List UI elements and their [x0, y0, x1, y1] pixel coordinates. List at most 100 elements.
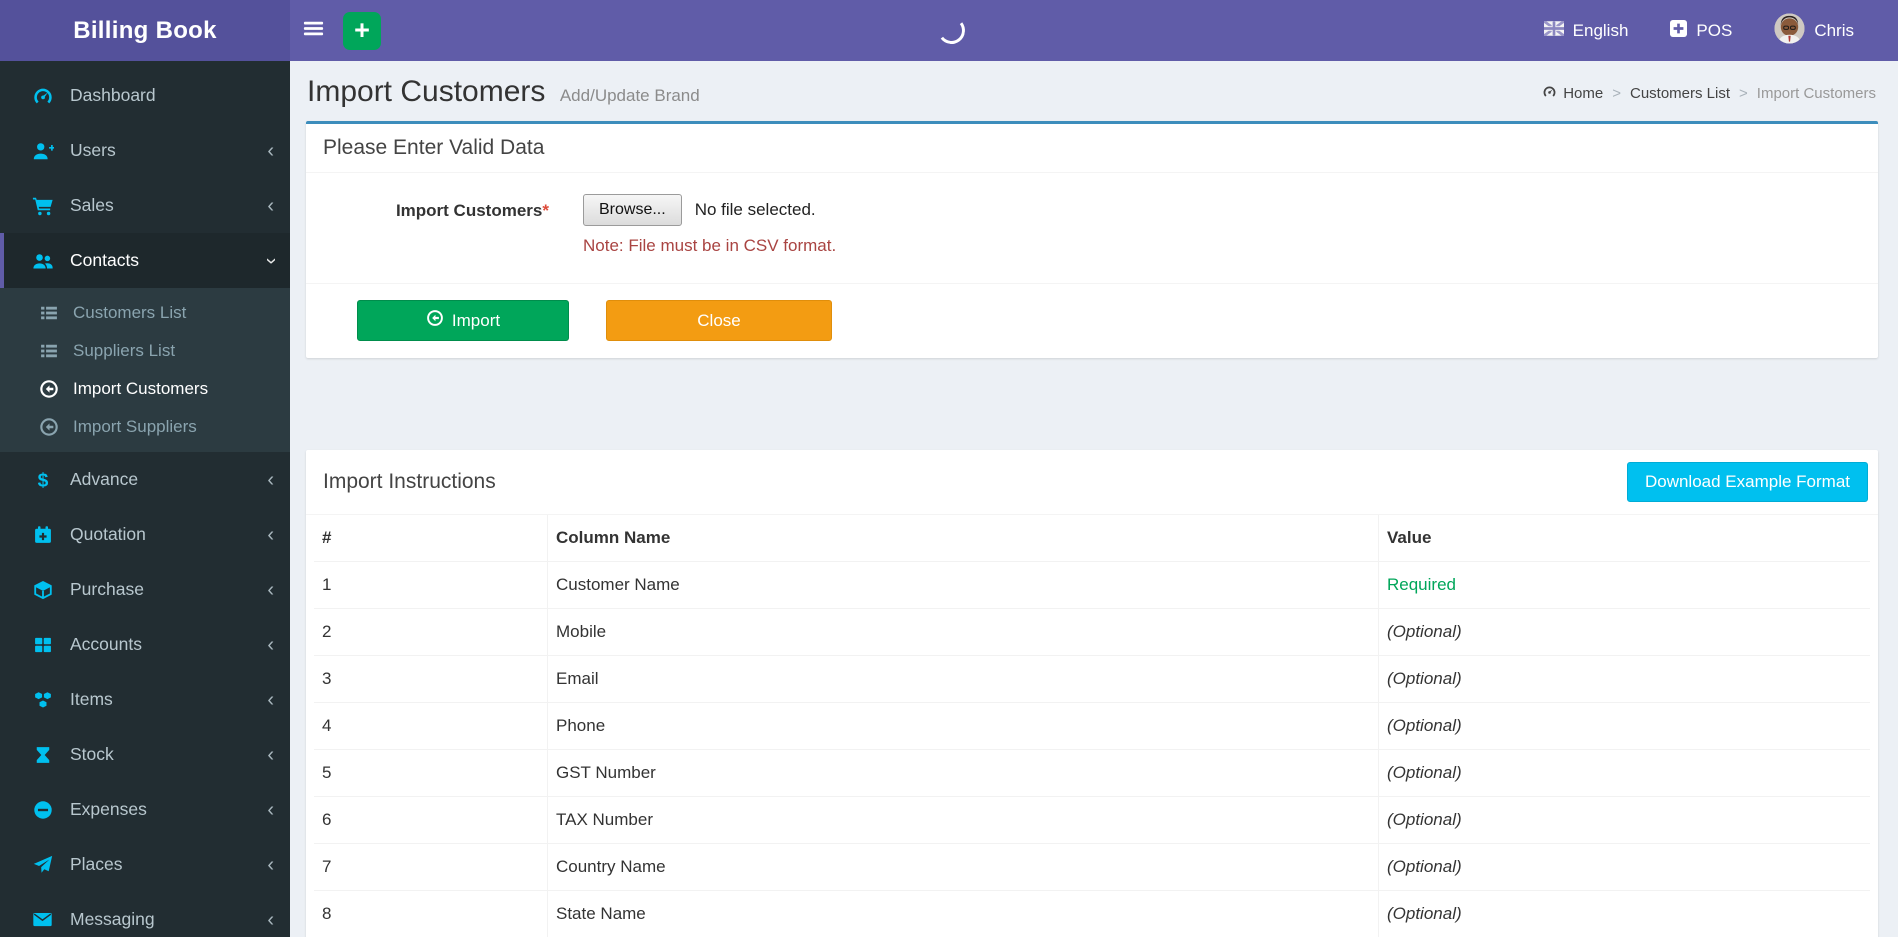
- plus-square-icon: [1670, 19, 1688, 42]
- import-button[interactable]: Import: [357, 300, 569, 341]
- breadcrumb-item-home[interactable]: Home: [1542, 84, 1603, 103]
- cell-column-name: Customer Name: [547, 561, 1379, 609]
- sidebar-item-quotation[interactable]: Quotation ‹: [0, 507, 290, 562]
- user-menu[interactable]: Chris: [1774, 12, 1854, 49]
- page-subtitle: Add/Update Brand: [559, 86, 700, 105]
- import-icon: [37, 379, 61, 399]
- cell-number: 1: [314, 561, 548, 609]
- pos-button[interactable]: POS: [1670, 19, 1733, 42]
- cell-value: (Optional): [1378, 890, 1870, 937]
- sidebar-subitem-label: Import Customers: [73, 379, 209, 398]
- cell-number: 3: [314, 655, 548, 703]
- table-row: 3 Email (Optional): [314, 655, 1870, 703]
- breadcrumb-item-customers-list[interactable]: Customers List: [1630, 85, 1730, 102]
- dashboard-icon: [29, 85, 56, 107]
- sidebar-item-users[interactable]: Users ‹: [0, 123, 290, 178]
- sidebar-subitem-suppliers-list[interactable]: Suppliers List: [0, 332, 290, 370]
- quick-add-button[interactable]: +: [343, 11, 381, 50]
- table-row: 2 Mobile (Optional): [314, 608, 1870, 656]
- cell-value: (Optional): [1378, 608, 1870, 656]
- cell-value: (Optional): [1378, 749, 1870, 797]
- sidebar-item-items[interactable]: Items ‹: [0, 672, 290, 727]
- sidebar-item-label: Sales: [70, 195, 114, 215]
- cell-number: 2: [314, 608, 548, 656]
- table-row: 1 Customer Name Required: [314, 561, 1870, 609]
- top-navigation: + English POS Chris: [290, 0, 1898, 61]
- sidebar-subitem-customers-list[interactable]: Customers List: [0, 294, 290, 332]
- cell-value: (Optional): [1378, 843, 1870, 891]
- chevron-left-icon: ‹: [267, 468, 274, 491]
- sidebar-item-label: Accounts: [70, 634, 142, 654]
- chevron-down-icon: ‹: [259, 257, 282, 264]
- form-body: Import Customers* Browse... No file sele…: [306, 173, 1878, 283]
- breadcrumb-item-import-customers: Import Customers: [1757, 85, 1876, 102]
- list-icon: [37, 341, 61, 361]
- import-circle-icon: [426, 309, 444, 332]
- sidebar-item-stock[interactable]: Stock ‹: [0, 727, 290, 782]
- form-card-header: Please Enter Valid Data: [306, 124, 1878, 173]
- import-instructions-card: Import Instructions Download Example For…: [306, 450, 1878, 937]
- sidebar-item-places[interactable]: Places ‹: [0, 837, 290, 892]
- app-logo[interactable]: Billing Book: [0, 0, 290, 61]
- group-icon: [29, 250, 56, 272]
- cell-value: (Optional): [1378, 796, 1870, 844]
- cell-number: 8: [314, 890, 548, 937]
- sidebar-item-label: Messaging: [70, 909, 155, 929]
- sidebar-item-label: Advance: [70, 469, 139, 489]
- cell-value: Required: [1378, 561, 1870, 609]
- sidebar-item-dashboard[interactable]: Dashboard: [0, 68, 290, 123]
- language-flag-icon: [1542, 19, 1565, 41]
- chevron-left-icon: ‹: [267, 743, 274, 766]
- cube-icon: [29, 579, 56, 601]
- sidebar-subitem-label: Import Suppliers: [73, 417, 197, 436]
- cell-column-name: Phone: [547, 702, 1379, 750]
- topbar-right: English POS Chris: [1542, 12, 1898, 49]
- sidebar-subitem-import-customers[interactable]: Import Customers: [0, 370, 290, 408]
- table-row: 7 Country Name (Optional): [314, 843, 1870, 891]
- sidebar-toggle-button[interactable]: [290, 0, 336, 61]
- cell-number: 6: [314, 796, 548, 844]
- table-header--: #: [314, 515, 548, 562]
- language-label: English: [1572, 20, 1629, 40]
- cell-value: (Optional): [1378, 655, 1870, 703]
- table-header-column-name: Column Name: [547, 515, 1379, 562]
- cell-number: 5: [314, 749, 548, 797]
- dollar-icon: $: [29, 469, 56, 491]
- sidebar-item-sales[interactable]: Sales ‹: [0, 178, 290, 233]
- cell-value: (Optional): [1378, 702, 1870, 750]
- sidebar-item-accounts[interactable]: Accounts ‹: [0, 617, 290, 672]
- sidebar-item-label: Dashboard: [70, 85, 156, 105]
- download-example-format-button[interactable]: Download Example Format: [1626, 462, 1868, 502]
- sidebar-item-contacts[interactable]: Contacts ‹: [0, 233, 290, 288]
- chevron-left-icon: ‹: [267, 853, 274, 876]
- cubes-icon: [29, 689, 56, 711]
- pos-label: POS: [1696, 20, 1733, 40]
- cell-column-name: Country Name: [547, 843, 1379, 891]
- chevron-left-icon: ‹: [267, 194, 274, 217]
- close-button[interactable]: Close: [606, 300, 832, 341]
- instructions-card-title: Import Instructions: [323, 470, 496, 493]
- sidebar-item-label: Purchase: [70, 579, 144, 599]
- chevron-left-icon: ‹: [267, 139, 274, 162]
- home-icon: [1542, 84, 1557, 103]
- chevron-left-icon: ‹: [267, 688, 274, 711]
- chevron-left-icon: ‹: [267, 798, 274, 821]
- file-status-text: No file selected.: [694, 200, 816, 219]
- table-row: 4 Phone (Optional): [314, 702, 1870, 750]
- sidebar-item-advance[interactable]: $ Advance ‹: [0, 452, 290, 507]
- grid-icon: [29, 635, 56, 655]
- chevron-left-icon: ‹: [267, 633, 274, 656]
- language-menu[interactable]: English: [1542, 19, 1629, 41]
- cell-column-name: Mobile: [547, 608, 1379, 656]
- sidebar-subitem-import-suppliers[interactable]: Import Suppliers: [0, 408, 290, 446]
- sidebar-item-messaging[interactable]: Messaging ‹: [0, 892, 290, 937]
- table-row: 5 GST Number (Optional): [314, 749, 1870, 797]
- chevron-left-icon: ‹: [267, 908, 274, 931]
- sidebar-item-purchase[interactable]: Purchase ‹: [0, 562, 290, 617]
- avatar: [1774, 12, 1805, 49]
- svg-text:$: $: [37, 470, 48, 491]
- browse-file-button[interactable]: Browse...: [583, 194, 682, 226]
- cell-column-name: GST Number: [547, 749, 1379, 797]
- sidebar-item-expenses[interactable]: Expenses ‹: [0, 782, 290, 837]
- sidebar-item-label: Expenses: [70, 799, 147, 819]
